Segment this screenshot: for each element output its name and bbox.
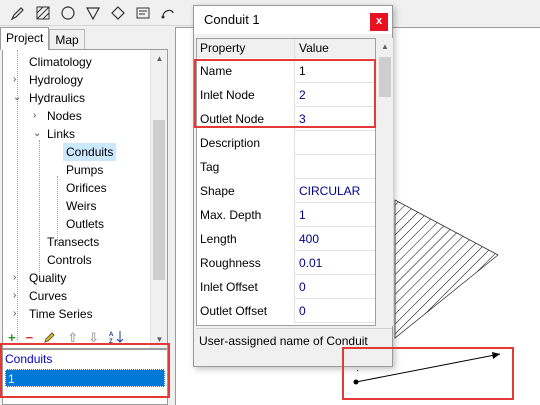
property-row-description[interactable]: Description	[197, 131, 375, 155]
svg-text:Z: Z	[109, 339, 113, 344]
property-value[interactable]: 3	[296, 107, 375, 131]
property-row-inlet-offset[interactable]: Inlet Offset 0	[197, 275, 375, 299]
tree-item-conduits[interactable]: Conduits	[63, 143, 117, 161]
property-key: Outlet Offset	[197, 299, 295, 323]
move-up-icon[interactable]: ⇧	[67, 331, 78, 345]
tree-item-hydrology[interactable]: Hydrology	[29, 71, 83, 89]
label-icon[interactable]	[133, 3, 153, 23]
dialog-titlebar[interactable]: Conduit 1 x	[194, 6, 392, 34]
list-toolbar: + − ⇧ ⇩ AZ	[2, 327, 168, 349]
property-key: Max. Depth	[197, 203, 295, 227]
property-row-roughness[interactable]: Roughness 0.01	[197, 251, 375, 275]
property-key: Tag	[197, 155, 295, 179]
tree-item-quality[interactable]: Quality	[29, 269, 66, 287]
property-key: Description	[197, 131, 295, 155]
tree-item-orifices[interactable]: Orifices	[66, 179, 107, 197]
project-tree: Climatology › Hydrology ⌄ Hydraulics › N…	[2, 49, 168, 349]
tree-item-time-series[interactable]: Time Series	[29, 305, 93, 323]
property-value[interactable]: 400	[296, 227, 375, 251]
diamond-icon[interactable]	[108, 3, 128, 23]
property-row-tag[interactable]: Tag	[197, 155, 375, 179]
scroll-thumb[interactable]	[379, 57, 391, 97]
property-value[interactable]: 0	[296, 299, 375, 323]
list-title: Conduits	[5, 352, 53, 366]
circle-icon[interactable]	[58, 3, 78, 23]
property-grid: Property Value Name 1 Inlet Node 2 Outle…	[196, 38, 376, 326]
tab-project[interactable]: Project	[0, 27, 50, 50]
pipe-icon[interactable]	[158, 3, 178, 23]
property-row-outlet-offset[interactable]: Outlet Offset 0	[197, 299, 375, 323]
column-value: Value	[296, 39, 375, 58]
property-value[interactable]: 0.01	[296, 251, 375, 275]
tree-item-climatology[interactable]: Climatology	[29, 53, 92, 71]
property-value[interactable]: 0	[296, 275, 375, 299]
close-button[interactable]: x	[370, 13, 388, 31]
property-row-length[interactable]: Length 400	[197, 227, 375, 251]
property-key: Name	[197, 59, 295, 83]
property-row-shape[interactable]: Shape CIRCULAR	[197, 179, 375, 203]
chevron-right-icon[interactable]: ›	[13, 287, 23, 305]
svg-text:A: A	[109, 332, 114, 338]
tree-item-links[interactable]: Links	[47, 125, 75, 143]
property-value[interactable]	[296, 155, 375, 179]
scroll-thumb[interactable]	[153, 120, 165, 280]
object-list: Conduits 1	[2, 349, 168, 405]
property-key: Roughness	[197, 251, 295, 275]
grid-header: Property Value	[197, 39, 375, 58]
chevron-right-icon[interactable]: ›	[13, 71, 23, 89]
hatch-icon[interactable]	[33, 3, 53, 23]
edit-icon[interactable]	[43, 330, 57, 347]
list-item[interactable]: 1	[5, 369, 165, 387]
property-value[interactable]: 2	[296, 83, 375, 107]
tree-item-outlets[interactable]: Outlets	[66, 215, 104, 233]
tree-item-nodes[interactable]: Nodes	[47, 107, 82, 125]
map-toolbar	[0, 0, 200, 26]
browser-panel: Project Map Climatology › Hydrology ⌄ Hy…	[0, 27, 170, 405]
property-key: Shape	[197, 179, 295, 203]
chevron-down-icon[interactable]: ⌄	[13, 89, 23, 107]
tree-item-pumps[interactable]: Pumps	[66, 161, 103, 179]
property-value[interactable]: 1	[296, 203, 375, 227]
tab-map[interactable]: Map	[49, 29, 85, 49]
subcatchment-shape[interactable]	[394, 199, 499, 339]
pencil-icon[interactable]	[8, 3, 28, 23]
property-value[interactable]: 1	[296, 59, 375, 83]
arrow-icon	[492, 352, 500, 359]
move-down-icon[interactable]: ⇩	[88, 331, 99, 345]
property-row-name[interactable]: Name 1	[197, 59, 375, 83]
tree-item-curves[interactable]: Curves	[29, 287, 67, 305]
scroll-up-icon[interactable]: ▲	[151, 50, 167, 67]
property-row-inlet-node[interactable]: Inlet Node 2	[197, 83, 375, 107]
tree-guide-line	[39, 140, 40, 280]
property-key: Inlet Offset	[197, 275, 295, 299]
add-icon[interactable]: +	[8, 331, 16, 345]
grid-scrollbar[interactable]: ▲	[377, 38, 393, 326]
property-key: Length	[197, 227, 295, 251]
property-editor: Conduit 1 x Property Value Name 1 Inlet …	[193, 5, 393, 367]
property-row-outlet-node[interactable]: Outlet Node 3	[197, 107, 375, 131]
chevron-right-icon[interactable]: ›	[13, 269, 23, 287]
property-value[interactable]	[296, 131, 375, 155]
column-property: Property	[197, 39, 295, 58]
tree-item-transects[interactable]: Transects	[47, 233, 99, 251]
property-key: Outlet Node	[197, 107, 295, 131]
property-key: Inlet Node	[197, 83, 295, 107]
sort-icon[interactable]: AZ	[109, 330, 125, 347]
scroll-up-icon[interactable]: ▲	[377, 38, 393, 55]
tree-item-controls[interactable]: Controls	[47, 251, 92, 269]
chevron-right-icon[interactable]: ›	[13, 305, 23, 323]
tree-item-hydraulics[interactable]: Hydraulics	[29, 89, 85, 107]
chevron-down-icon[interactable]: ⌄	[33, 125, 43, 143]
dialog-title: Conduit 1	[204, 12, 260, 27]
junction-node[interactable]	[353, 379, 359, 385]
property-value[interactable]: CIRCULAR	[296, 179, 375, 203]
property-hint: User-assigned name of Conduit	[196, 328, 392, 364]
browser-tabs: Project Map	[0, 27, 85, 50]
chevron-right-icon[interactable]: ›	[33, 107, 43, 125]
delete-icon[interactable]: −	[26, 331, 34, 345]
triangle-icon[interactable]	[83, 3, 103, 23]
property-row-max-depth[interactable]: Max. Depth 1	[197, 203, 375, 227]
tree-item-weirs[interactable]: Weirs	[66, 197, 96, 215]
tree-scrollbar[interactable]: ▲ ▼	[150, 50, 167, 348]
